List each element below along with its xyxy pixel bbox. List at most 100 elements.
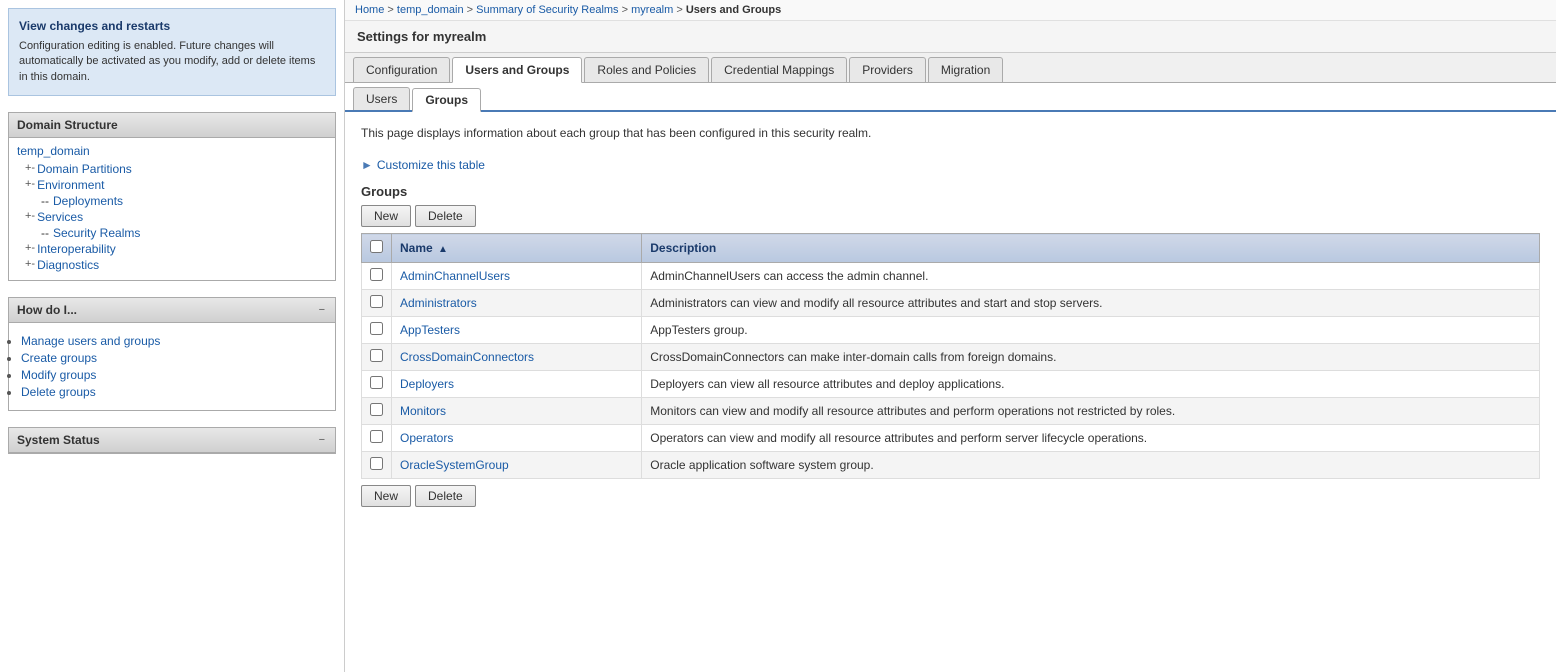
table-row: Monitors Monitors can view and modify all… bbox=[362, 398, 1540, 425]
tab-users-and-groups[interactable]: Users and Groups bbox=[452, 57, 582, 83]
breadcrumb-myrealm[interactable]: myrealm bbox=[631, 4, 673, 16]
group-description: Administrators can view and modify all r… bbox=[642, 290, 1540, 317]
table-row: Administrators Administrators can view an… bbox=[362, 290, 1540, 317]
th-select-all bbox=[362, 234, 392, 263]
list-item: Manage users and groups bbox=[21, 334, 327, 348]
breadcrumb: Home > temp_domain > Summary of Security… bbox=[345, 0, 1556, 21]
collapse-system-status-button[interactable]: − bbox=[317, 434, 327, 446]
view-changes-box: View changes and restarts Configuration … bbox=[8, 8, 336, 96]
modify-groups-link[interactable]: Modify groups bbox=[21, 368, 96, 382]
group-name-link[interactable]: Operators bbox=[400, 431, 453, 445]
breadcrumb-temp-domain[interactable]: temp_domain bbox=[397, 4, 464, 16]
table-row: Operators Operators can view and modify a… bbox=[362, 425, 1540, 452]
row-checkbox[interactable] bbox=[370, 322, 383, 335]
view-changes-text: Configuration editing is enabled. Future… bbox=[19, 39, 325, 85]
customize-table-link[interactable]: ► Customize this table bbox=[361, 158, 1540, 172]
how-do-i-list: Manage users and groups Create groups Mo… bbox=[9, 323, 335, 410]
sub-tabs: Users Groups bbox=[345, 83, 1556, 112]
table-row: AppTesters AppTesters group. bbox=[362, 317, 1540, 344]
list-item: Delete groups bbox=[21, 385, 327, 399]
new-button-top[interactable]: New bbox=[361, 205, 411, 227]
row-checkbox[interactable] bbox=[370, 403, 383, 416]
tree-item-deployments: --Deployments bbox=[17, 194, 327, 208]
row-checkbox[interactable] bbox=[370, 457, 383, 470]
row-checkbox[interactable] bbox=[370, 268, 383, 281]
main-tabs: Configuration Users and Groups Roles and… bbox=[345, 53, 1556, 83]
top-button-bar: New Delete bbox=[361, 205, 1540, 227]
group-name-link[interactable]: CrossDomainConnectors bbox=[400, 350, 534, 364]
group-name-link[interactable]: Administrators bbox=[400, 296, 477, 310]
manage-users-groups-link[interactable]: Manage users and groups bbox=[21, 334, 160, 348]
how-do-i-box: How do I... − Manage users and groups Cr… bbox=[8, 297, 336, 411]
breadcrumb-home[interactable]: Home bbox=[355, 4, 384, 16]
groups-table: Name ▲ Description AdminChannelUsersAdmi… bbox=[361, 233, 1540, 479]
tree-item-diagnostics: +- Diagnostics bbox=[17, 258, 327, 272]
group-description: Oracle application software system group… bbox=[642, 452, 1540, 479]
bottom-button-bar: New Delete bbox=[361, 485, 1540, 507]
th-description: Description bbox=[642, 234, 1540, 263]
domain-tree: temp_domain +- Domain Partitions +- Envi… bbox=[9, 138, 335, 280]
select-all-checkbox[interactable] bbox=[370, 240, 383, 253]
collapse-how-do-i-button[interactable]: − bbox=[317, 304, 327, 316]
sort-icon: ▲ bbox=[438, 244, 448, 255]
tab-roles-and-policies[interactable]: Roles and Policies bbox=[584, 57, 709, 82]
group-name-link[interactable]: AdminChannelUsers bbox=[400, 269, 510, 283]
domain-structure-header: Domain Structure bbox=[9, 113, 335, 138]
tree-item-interoperability: +- Interoperability bbox=[17, 242, 327, 256]
expand-icon[interactable]: +- bbox=[25, 258, 35, 270]
tab-migration[interactable]: Migration bbox=[928, 57, 1003, 82]
groups-section-title: Groups bbox=[361, 184, 1540, 199]
group-description: Deployers can view all resource attribut… bbox=[642, 371, 1540, 398]
list-item: Create groups bbox=[21, 351, 327, 365]
breadcrumb-summary[interactable]: Summary of Security Realms bbox=[476, 4, 618, 16]
delete-groups-link[interactable]: Delete groups bbox=[21, 385, 96, 399]
expand-icon[interactable]: +- bbox=[25, 242, 35, 254]
new-button-bottom[interactable]: New bbox=[361, 485, 411, 507]
group-name-link[interactable]: OracleSystemGroup bbox=[400, 458, 509, 472]
expand-icon[interactable]: +- bbox=[25, 178, 35, 190]
table-row: AdminChannelUsers AdminChannelUsers can a… bbox=[362, 263, 1540, 290]
sidebar: View changes and restarts Configuration … bbox=[0, 0, 345, 672]
how-do-i-header: How do I... − bbox=[9, 298, 335, 323]
tree-item-domain-partitions: +- Domain Partitions bbox=[17, 162, 327, 176]
sub-tab-groups[interactable]: Groups bbox=[412, 88, 481, 112]
list-item: Modify groups bbox=[21, 368, 327, 382]
content-area: This page displays information about eac… bbox=[345, 112, 1556, 672]
group-description: Operators can view and modify all resour… bbox=[642, 425, 1540, 452]
tab-credential-mappings[interactable]: Credential Mappings bbox=[711, 57, 847, 82]
table-row: CrossDomainConnectors CrossDomainConnecto… bbox=[362, 344, 1540, 371]
arrow-icon: ► bbox=[361, 158, 373, 172]
tab-configuration[interactable]: Configuration bbox=[353, 57, 450, 82]
view-changes-title[interactable]: View changes and restarts bbox=[19, 19, 325, 33]
group-description: CrossDomainConnectors can make inter-dom… bbox=[642, 344, 1540, 371]
settings-header: Settings for myrealm bbox=[345, 21, 1556, 53]
tree-item-environment: +- Environment bbox=[17, 178, 327, 192]
th-name[interactable]: Name ▲ bbox=[392, 234, 642, 263]
row-checkbox[interactable] bbox=[370, 376, 383, 389]
tree-root-temp-domain[interactable]: temp_domain bbox=[17, 144, 327, 158]
tree-item-services: +- Services bbox=[17, 210, 327, 224]
delete-button-top[interactable]: Delete bbox=[415, 205, 476, 227]
system-status-header: System Status − bbox=[9, 428, 335, 453]
breadcrumb-current: Users and Groups bbox=[686, 4, 781, 16]
group-description: Monitors can view and modify all resourc… bbox=[642, 398, 1540, 425]
domain-structure-box: Domain Structure temp_domain +- Domain P… bbox=[8, 112, 336, 281]
expand-icon[interactable]: +- bbox=[25, 162, 35, 174]
table-header-row: Name ▲ Description bbox=[362, 234, 1540, 263]
group-description: AdminChannelUsers can access the admin c… bbox=[642, 263, 1540, 290]
group-name-link[interactable]: AppTesters bbox=[400, 323, 460, 337]
expand-icon[interactable]: +- bbox=[25, 210, 35, 222]
group-name-link[interactable]: Deployers bbox=[400, 377, 454, 391]
tab-providers[interactable]: Providers bbox=[849, 57, 926, 82]
sub-tab-users[interactable]: Users bbox=[353, 87, 410, 110]
row-checkbox[interactable] bbox=[370, 349, 383, 362]
row-checkbox[interactable] bbox=[370, 295, 383, 308]
group-description: AppTesters group. bbox=[642, 317, 1540, 344]
description-text: This page displays information about eac… bbox=[361, 124, 1540, 142]
th-name-label: Name bbox=[400, 241, 433, 255]
create-groups-link[interactable]: Create groups bbox=[21, 351, 97, 365]
row-checkbox[interactable] bbox=[370, 430, 383, 443]
delete-button-bottom[interactable]: Delete bbox=[415, 485, 476, 507]
table-row: OracleSystemGroup Oracle application soft… bbox=[362, 452, 1540, 479]
group-name-link[interactable]: Monitors bbox=[400, 404, 446, 418]
